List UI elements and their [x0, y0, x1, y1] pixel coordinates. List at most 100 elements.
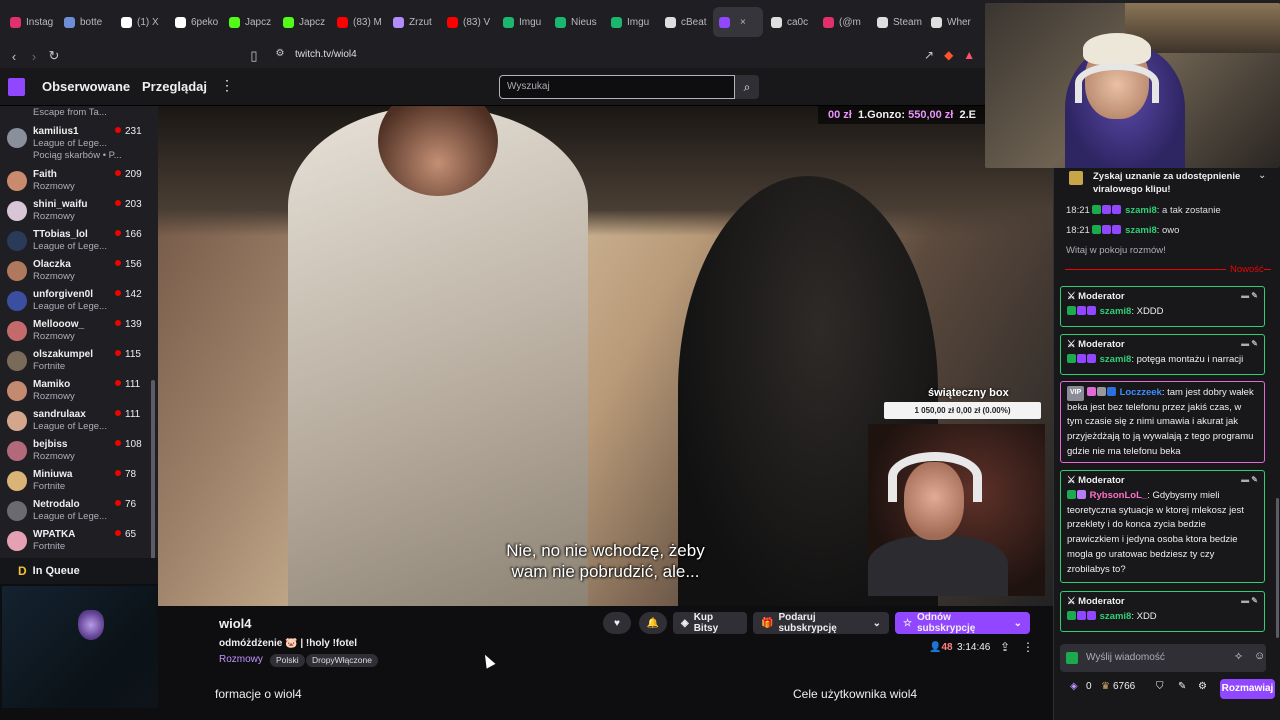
- card-actions-icon[interactable]: ▬ ✎: [1241, 475, 1258, 484]
- stream-category[interactable]: Rozmowy: [219, 654, 263, 665]
- chat-username[interactable]: RybsonLoL_: [1090, 490, 1148, 501]
- twitch-logo-icon[interactable]: [8, 78, 25, 96]
- sidebar-channel[interactable]: kamilius1 League of Lege... 231 Pociąg skar…: [0, 123, 158, 161]
- shield-icon[interactable]: ⛉: [1156, 681, 1164, 692]
- tag-drops[interactable]: DropyWłączone: [306, 654, 378, 667]
- channel-name[interactable]: wiol4: [219, 616, 252, 631]
- browser-tab[interactable]: Japcz: [223, 7, 275, 37]
- share-icon[interactable]: ⇪: [1000, 640, 1010, 654]
- tag-language[interactable]: Polski: [270, 654, 305, 667]
- tab-close-icon[interactable]: ×: [740, 17, 746, 28]
- sidebar-channel[interactable]: Mamiko Rozmowy 111: [0, 376, 158, 406]
- subscriber-badge-icon: [1077, 306, 1086, 315]
- reload-icon[interactable]: ↻: [44, 48, 64, 64]
- chat-input-placeholder: Wyślij wiadomość: [1086, 652, 1165, 663]
- sidebar-channel[interactable]: Miniuwa Fortnite 78: [0, 466, 158, 496]
- browser-tab[interactable]: Steam: [871, 7, 923, 37]
- chat-username[interactable]: szami8: [1100, 611, 1132, 622]
- more-options-icon[interactable]: ⋮: [1022, 640, 1034, 654]
- card-header: ⚔ Moderator ▬ ✎: [1067, 339, 1258, 353]
- search-input[interactable]: Wyszukaj: [499, 75, 735, 99]
- pinned-message[interactable]: Zyskaj uznanie za udostępnienie viralowe…: [1061, 168, 1277, 198]
- gift-sub-button[interactable]: 🎁 Podaruj subskrypcję ⌄: [753, 612, 889, 634]
- sidebar-channel[interactable]: Olaczka Rozmowy 156: [0, 256, 158, 286]
- stream-uptime: 3:14:46: [957, 642, 991, 653]
- sidebar-channel[interactable]: WPATKA Fortnite 65: [0, 526, 158, 556]
- channel-viewers: 78: [115, 469, 136, 480]
- emote-effects-icon[interactable]: ✧: [1234, 650, 1243, 663]
- browser-tab[interactable]: cBeat: [659, 7, 711, 37]
- browser-tab[interactable]: Japcz: [277, 7, 329, 37]
- browser-tab[interactable]: Zrzut: [387, 7, 439, 37]
- share-icon[interactable]: ↗: [924, 48, 934, 62]
- browser-tab[interactable]: (83) V: [441, 7, 495, 37]
- sidebar-channel[interactable]: olszakumpel Fortnite 115: [0, 346, 158, 376]
- card-actions-icon[interactable]: ▬ ✎: [1241, 339, 1258, 348]
- resub-button[interactable]: ☆ Odnów subskrypcję ⌄: [895, 612, 1030, 634]
- brave-shield-icon[interactable]: ◆: [944, 48, 953, 62]
- chat-send-button[interactable]: Rozmawiaj: [1220, 679, 1275, 699]
- sidebar-channel[interactable]: Mellooow_ Rozmowy 139: [0, 316, 158, 346]
- sidebar-channel[interactable]: unforgiven0l League of Lege... 142: [0, 286, 158, 316]
- chat-username[interactable]: szami8: [1100, 354, 1132, 365]
- chat-username[interactable]: Loczzeek: [1120, 387, 1162, 398]
- chat-input[interactable]: Wyślij wiadomość ✧ ☺: [1060, 644, 1266, 672]
- nav-following[interactable]: Obserwowane: [42, 79, 130, 94]
- chat-text: : Gdybysmy mieli teoretyczna sytuacje w …: [1067, 490, 1244, 575]
- url-text[interactable]: twitch.tv/wiol4: [295, 49, 357, 60]
- emoji-icon[interactable]: ☺: [1254, 650, 1265, 662]
- chat-scrollbar[interactable]: [1276, 498, 1279, 638]
- video-player[interactable]: 00 zł 1.Gonzo: 550,00 zł 2.E świąteczny …: [158, 106, 1053, 606]
- viewer-count: 👤48: [929, 642, 953, 653]
- sidebar-channel[interactable]: shini_waifu Rozmowy 203: [0, 196, 158, 226]
- card-header: ⚔ Moderator ▬ ✎: [1067, 475, 1258, 489]
- badge-picker-icon[interactable]: [1066, 652, 1078, 664]
- bits-icon[interactable]: ◈: [1070, 681, 1078, 692]
- more-options-icon[interactable]: ⋮: [220, 77, 234, 94]
- welcome-message: Witaj w pokoju rozmów!: [1066, 245, 1166, 256]
- mod-tools-icon[interactable]: ✎: [1178, 681, 1186, 692]
- chat-settings-icon[interactable]: ⚙: [1198, 681, 1207, 692]
- tab-favicon-icon: [10, 16, 21, 28]
- channel-name: shini_waifu: [33, 199, 88, 210]
- sidebar-channel[interactable]: Faith Rozmowy 209: [0, 166, 158, 196]
- notifications-button[interactable]: 🔔: [639, 612, 667, 634]
- back-icon[interactable]: ‹: [4, 49, 24, 64]
- pinned-text: Zyskaj uznanie za udostępnienie viralowe…: [1093, 171, 1241, 195]
- search-button[interactable]: ⌕: [735, 75, 759, 99]
- browser-tab[interactable]: (1) X: [115, 7, 167, 37]
- bits-count: 0: [1086, 681, 1092, 692]
- bookmark-icon[interactable]: ▯: [244, 48, 264, 64]
- card-actions-icon[interactable]: ▬ ✎: [1241, 596, 1258, 605]
- channel-points-icon[interactable]: ♛: [1101, 681, 1110, 692]
- bits-badge-icon: [1087, 354, 1096, 363]
- chat-username[interactable]: szami8: [1125, 225, 1157, 236]
- chevron-down-icon[interactable]: ⌄: [1258, 170, 1266, 181]
- browser-tab[interactable]: Imgu: [605, 7, 657, 37]
- nav-browse[interactable]: Przeglądaj: [142, 79, 207, 94]
- browser-tab[interactable]: ×: [713, 7, 763, 37]
- buy-bits-button[interactable]: ◈ Kup Bitsy: [673, 612, 747, 634]
- card-actions-icon[interactable]: ▬ ✎: [1241, 291, 1258, 300]
- forward-icon[interactable]: ›: [24, 49, 44, 64]
- browser-tab[interactable]: (@m: [817, 7, 869, 37]
- channel-game: Rozmowy: [33, 451, 75, 462]
- sidebar-channel[interactable]: sandrulaax League of Lege... 111: [0, 406, 158, 436]
- site-settings-icon[interactable]: ⚙: [270, 48, 290, 59]
- sidebar-channel[interactable]: TTobias_lol League of Lege... 166: [0, 226, 158, 256]
- browser-tab[interactable]: Instag: [4, 7, 56, 37]
- chat-username[interactable]: szami8: [1100, 306, 1132, 317]
- browser-tab[interactable]: ca0c: [765, 7, 815, 37]
- browser-tab[interactable]: Wher: [925, 7, 975, 37]
- brave-rewards-icon[interactable]: ▲: [963, 48, 975, 62]
- browser-tab[interactable]: Nieus: [549, 7, 603, 37]
- browser-tab[interactable]: 6peko: [169, 7, 221, 37]
- sidebar-channel[interactable]: bejbiss Rozmowy 108: [0, 436, 158, 466]
- sidebar-channel[interactable]: Netrodalo League of Lege... 76: [0, 496, 158, 526]
- browser-tab[interactable]: (83) M: [331, 7, 385, 37]
- tab-favicon-icon: [503, 16, 514, 28]
- follow-button[interactable]: ♥: [603, 612, 631, 634]
- chat-username[interactable]: szami8: [1125, 205, 1157, 216]
- browser-tab[interactable]: Imgu: [497, 7, 547, 37]
- browser-tab[interactable]: botte: [58, 7, 113, 37]
